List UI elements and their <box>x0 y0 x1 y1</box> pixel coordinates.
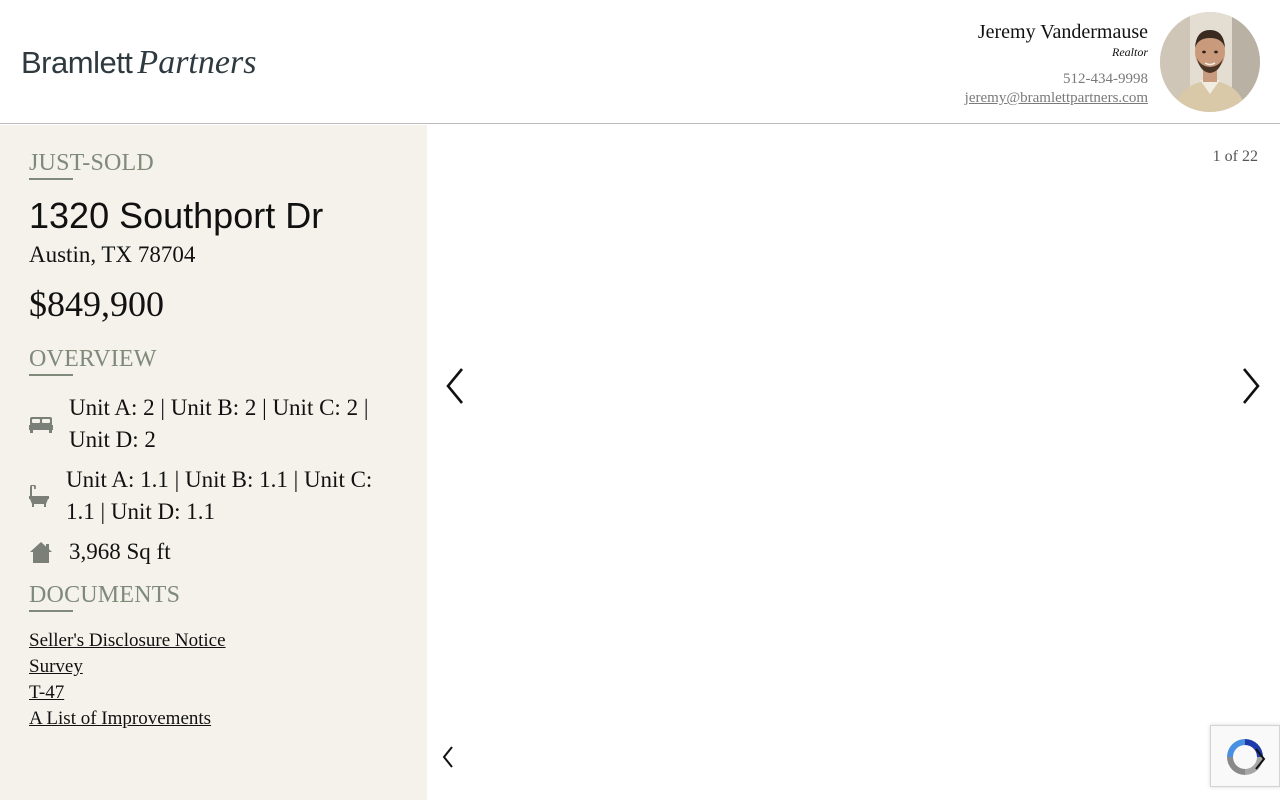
bathtub-icon <box>29 485 66 507</box>
document-link-t47[interactable]: T-47 <box>29 682 64 704</box>
agent-email-link[interactable]: jeremy@bramlettpartners.com <box>965 88 1148 108</box>
sqft-text: 3,968 Sq ft <box>69 539 171 564</box>
bathrooms-text-line1: Unit A: 1.1 | Unit B: 1.1 | Unit C: <box>66 467 373 492</box>
site-header: Bramlett Partners Jeremy Vandermause Rea… <box>0 0 1280 124</box>
bedrooms-row: Unit A: 2 | Unit B: 2 | Unit C: 2 | Unit… <box>29 392 368 456</box>
gallery-next-button[interactable] <box>1241 367 1261 410</box>
agent-photo <box>1160 12 1260 112</box>
brand-logo[interactable]: Bramlett Partners <box>21 44 256 82</box>
gallery-prev-button[interactable] <box>445 367 465 410</box>
chevron-left-icon <box>446 368 464 404</box>
document-link-sellers-disclosure[interactable]: Seller's Disclosure Notice <box>29 630 226 652</box>
thumbnail-prev-button[interactable] <box>442 745 454 774</box>
agent-phone[interactable]: 512-434-9998 <box>965 70 1148 88</box>
chevron-right-icon <box>1242 368 1260 404</box>
property-street: 1320 Southport Dr <box>29 195 324 236</box>
agent-title: Realtor <box>1112 45 1148 59</box>
property-price: $849,900 <box>29 284 164 324</box>
bedrooms-text-line2: Unit D: 2 <box>69 427 156 452</box>
document-link-improvements[interactable]: A List of Improvements <box>29 708 211 730</box>
document-link-survey[interactable]: Survey <box>29 656 83 678</box>
home-icon <box>29 541 69 563</box>
bathrooms-row: Unit A: 1.1 | Unit B: 1.1 | Unit C: 1.1 … <box>29 464 372 528</box>
listing-sidebar: JUST-SOLD 1320 Southport Dr Austin, TX 7… <box>0 125 427 800</box>
recaptcha-badge[interactable] <box>1210 725 1280 787</box>
overview-heading: OVERVIEW <box>29 346 157 376</box>
documents-heading: DOCUMENTS <box>29 582 180 612</box>
photo-gallery: 1 of 22 <box>427 125 1280 800</box>
agent-name: Jeremy Vandermause <box>977 21 1148 43</box>
bedrooms-text-line1: Unit A: 2 | Unit B: 2 | Unit C: 2 | <box>69 395 369 420</box>
sqft-row: 3,968 Sq ft <box>29 536 171 568</box>
property-city: Austin, TX 78704 <box>29 242 196 267</box>
logo-text-partners: Partners <box>137 44 257 81</box>
status-label: JUST-SOLD <box>29 150 154 180</box>
agent-contact: Jeremy Vandermause Realtor 512-434-9998 … <box>965 20 1148 108</box>
chevron-right-icon <box>1255 748 1266 770</box>
logo-text-bramlett: Bramlett <box>21 45 133 80</box>
agent-avatar <box>1160 12 1260 112</box>
bathrooms-text-line2: 1.1 | Unit D: 1.1 <box>66 499 215 524</box>
chevron-left-icon <box>442 746 453 768</box>
bed-icon <box>29 415 69 433</box>
gallery-counter: 1 of 22 <box>1212 148 1258 165</box>
